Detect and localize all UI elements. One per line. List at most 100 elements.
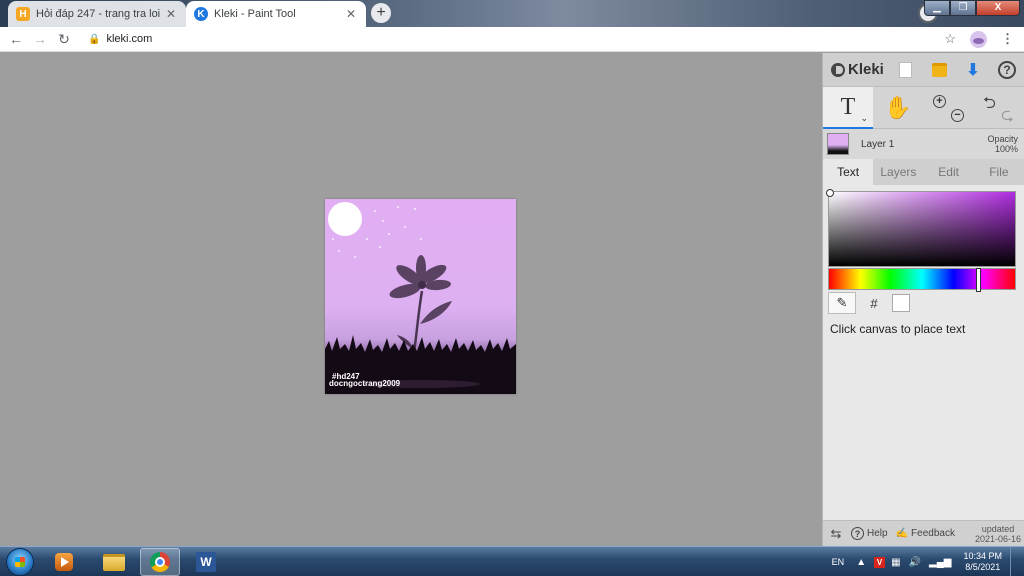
bookmark-star-icon[interactable]: ☆ bbox=[944, 31, 956, 47]
canvas-workspace[interactable]: #hd247 docngoctrang2009 bbox=[0, 53, 822, 546]
app-name: Kleki bbox=[848, 61, 884, 78]
current-color-swatch[interactable] bbox=[892, 294, 910, 312]
text-tool-button[interactable]: T ⌄ bbox=[823, 87, 873, 129]
tab-hoidap247[interactable]: H Hỏi đáp 247 - trang tra loi ✕ bbox=[8, 1, 186, 27]
opacity-value: 100% bbox=[994, 144, 1018, 154]
windows-taskbar: W EN ▲ V ▦ 🔊 ▂▄▆ 10:34 PM 8/5/2021 bbox=[0, 546, 1024, 576]
new-tab-button[interactable]: + bbox=[371, 3, 391, 23]
redo-icon[interactable]: ⮎ bbox=[1001, 104, 1014, 131]
layer-name: Layer 1 bbox=[861, 138, 895, 150]
feedback-icon: ✍ bbox=[895, 528, 909, 539]
flower-center bbox=[418, 281, 426, 289]
reload-button[interactable]: ↻ bbox=[52, 31, 76, 48]
tab-close-icon[interactable]: ✕ bbox=[164, 7, 178, 21]
new-image-icon[interactable] bbox=[888, 53, 922, 87]
close-window-button[interactable]: X bbox=[976, 0, 1020, 16]
folder-icon bbox=[103, 553, 125, 571]
address-toolbar: ← → ↻ 🔒 kleki.com ☆ ⋮ bbox=[0, 27, 1024, 52]
text-tool-icon: T bbox=[840, 93, 856, 120]
tray-expand-icon[interactable]: ▲ bbox=[856, 557, 866, 568]
tab-close-icon[interactable]: ✕ bbox=[344, 7, 358, 21]
forward-button[interactable]: → bbox=[28, 31, 52, 47]
updated-date: 2021-06-16 bbox=[974, 533, 1021, 544]
help-link[interactable]: ? Help bbox=[851, 527, 888, 540]
maximize-button[interactable]: ❐ bbox=[950, 0, 976, 16]
updated-label: updated bbox=[981, 523, 1015, 534]
zoom-out-icon[interactable]: − bbox=[951, 109, 964, 122]
kleki-logo-icon bbox=[831, 62, 845, 77]
undo-icon[interactable]: ⮌ bbox=[983, 92, 996, 119]
help-label: Help bbox=[867, 528, 888, 539]
word-icon: W bbox=[196, 552, 216, 572]
tab-kleki[interactable]: K Kleki - Paint Tool ✕ bbox=[186, 1, 366, 27]
history-controls: ⮌ ⮎ bbox=[973, 87, 1023, 129]
lock-icon[interactable]: 🔒 bbox=[88, 34, 100, 45]
taskbar-file-explorer[interactable] bbox=[94, 548, 134, 576]
system-tray: EN ▲ V ▦ 🔊 ▂▄▆ 10:34 PM 8/5/2021 bbox=[832, 547, 1018, 576]
help-button[interactable]: ? bbox=[990, 53, 1024, 87]
feedback-link[interactable]: ✍ Feedback bbox=[896, 528, 955, 539]
updated-info: updated 2021-06-16 bbox=[975, 524, 1021, 544]
download-icon[interactable]: ⬇ bbox=[956, 53, 990, 87]
layer-opacity: Opacity 100% bbox=[987, 134, 1018, 154]
feedback-label: Feedback bbox=[911, 528, 955, 539]
moon bbox=[328, 202, 362, 236]
flower-leaf bbox=[420, 301, 452, 324]
kleki-favicon-icon: K bbox=[194, 7, 208, 21]
taskbar-media-player[interactable] bbox=[44, 548, 84, 576]
browser-tab-strip: H Hỏi đáp 247 - trang tra loi ✕ K Kleki … bbox=[0, 0, 1024, 27]
artwork bbox=[325, 202, 516, 394]
active-layer-row[interactable]: Layer 1 Opacity 100% bbox=[823, 129, 1024, 159]
panel-tabs: Text Layers Edit File bbox=[823, 159, 1024, 185]
clock[interactable]: 10:34 PM 8/5/2021 bbox=[963, 551, 1002, 573]
hoidap-favicon-icon: H bbox=[16, 7, 30, 21]
tab-edit[interactable]: Edit bbox=[924, 159, 974, 185]
drawing-canvas[interactable]: #hd247 docngoctrang2009 bbox=[325, 199, 516, 394]
kleki-side-panel: Kleki ⬇ ? T ⌄ ✋ + − ⮌ ⮎ Layer 1 Opacity bbox=[822, 53, 1024, 546]
show-desktop-button[interactable] bbox=[1010, 547, 1018, 576]
opacity-label: Opacity bbox=[987, 134, 1018, 144]
zoom-controls: + − bbox=[923, 87, 973, 129]
clock-date: 8/5/2021 bbox=[965, 562, 1001, 572]
chevron-down-icon[interactable]: ⌄ bbox=[860, 113, 868, 124]
tab-title: Hỏi đáp 247 - trang tra loi bbox=[36, 8, 161, 20]
hand-icon: ✋ bbox=[884, 95, 912, 120]
antivirus-icon[interactable]: V bbox=[874, 556, 886, 568]
kleki-logo[interactable]: Kleki bbox=[831, 61, 884, 78]
tab-text[interactable]: Text bbox=[823, 159, 874, 185]
tab-layers[interactable]: Layers bbox=[873, 159, 923, 185]
minimize-button[interactable]: ▁ bbox=[924, 0, 950, 16]
chrome-icon bbox=[150, 552, 170, 572]
signal-icon[interactable]: ▂▄▆ bbox=[929, 557, 951, 568]
panel-top-bar: Kleki ⬇ ? bbox=[823, 53, 1024, 87]
hand-tool-button[interactable]: ✋ bbox=[873, 87, 923, 129]
language-indicator[interactable]: EN bbox=[832, 557, 845, 567]
volume-icon[interactable]: 🔊 bbox=[909, 557, 921, 568]
start-button[interactable] bbox=[6, 548, 34, 576]
tab-file[interactable]: File bbox=[974, 159, 1024, 185]
clock-time: 10:34 PM bbox=[963, 551, 1002, 561]
saturation-value-picker[interactable] bbox=[826, 189, 1016, 267]
back-button[interactable]: ← bbox=[4, 31, 28, 47]
help-icon: ? bbox=[851, 527, 864, 540]
flower-petals bbox=[389, 255, 451, 299]
text-tool-hint: Click canvas to place text bbox=[830, 322, 966, 336]
hex-input-button[interactable]: # bbox=[862, 292, 886, 314]
color-picker-section: ✎ # Click canvas to place text bbox=[823, 185, 1024, 543]
taskbar-chrome[interactable] bbox=[140, 548, 180, 576]
media-player-icon bbox=[55, 553, 73, 571]
open-folder-icon[interactable] bbox=[922, 53, 956, 87]
profile-avatar[interactable] bbox=[970, 30, 987, 48]
browser-menu-icon[interactable]: ⋮ bbox=[1001, 31, 1014, 47]
url-field[interactable]: kleki.com bbox=[106, 33, 152, 45]
tab-title: Kleki - Paint Tool bbox=[214, 8, 296, 20]
layer-thumbnail bbox=[827, 133, 849, 155]
network-icon[interactable]: ▦ bbox=[891, 557, 900, 568]
zoom-in-icon[interactable]: + bbox=[933, 95, 946, 108]
panel-bottom-bar: ⇆ ? Help ✍ Feedback updated 2021-06-16 bbox=[823, 520, 1024, 546]
taskbar-word[interactable]: W bbox=[186, 548, 226, 576]
eyedropper-icon[interactable]: ✎ bbox=[828, 292, 856, 314]
tool-row: T ⌄ ✋ + − ⮌ ⮎ bbox=[823, 87, 1024, 129]
hue-slider[interactable] bbox=[828, 268, 1016, 292]
swap-side-icon[interactable]: ⇆ bbox=[823, 526, 849, 542]
